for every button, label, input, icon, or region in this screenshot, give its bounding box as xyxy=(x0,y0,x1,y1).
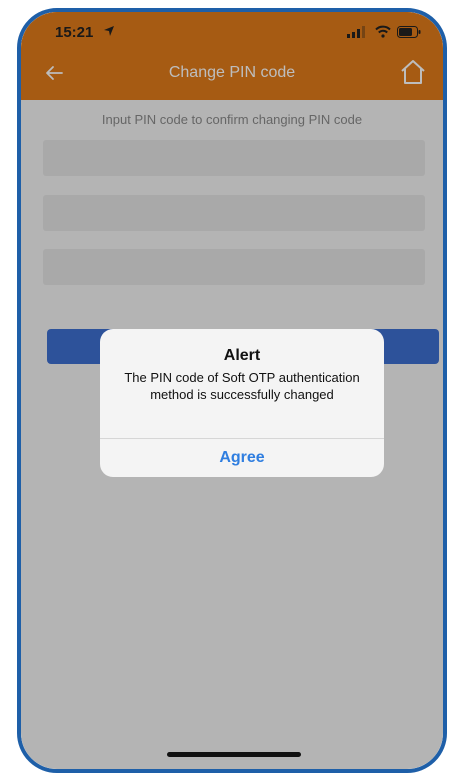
alert-title: Alert xyxy=(223,347,261,364)
home-indicator xyxy=(167,752,301,757)
agree-button[interactable]: Agree xyxy=(100,439,384,477)
phone-frame: 15:21 Change PIN code Input PIN code to … xyxy=(17,8,447,773)
alert-message: The PIN code of Soft OTP authentication … xyxy=(124,370,360,402)
app-screen: 15:21 Change PIN code Input PIN code to … xyxy=(21,12,443,769)
alert-dialog: Alert The PIN code of Soft OTP authentic… xyxy=(100,329,384,477)
